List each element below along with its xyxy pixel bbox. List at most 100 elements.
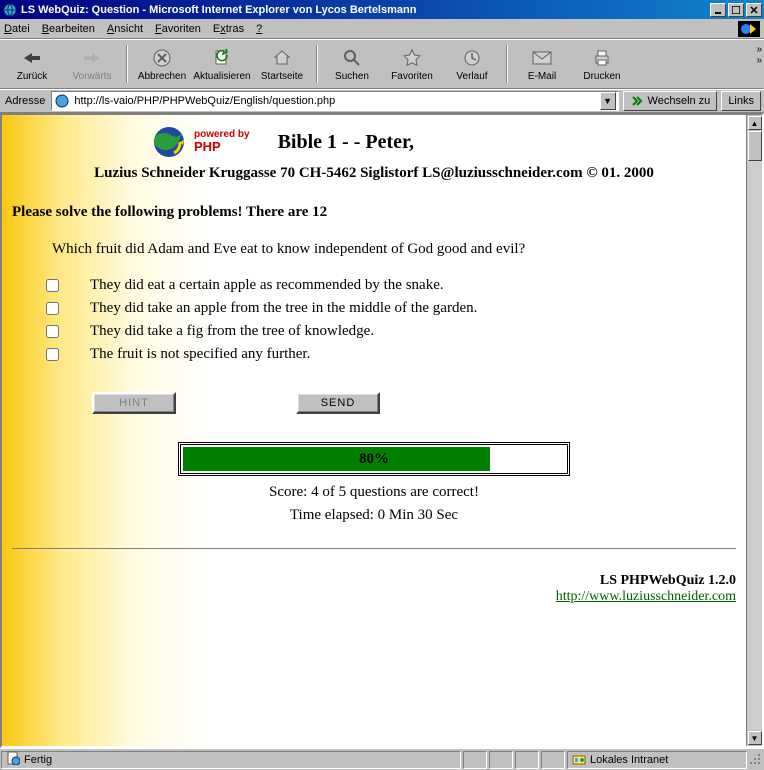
go-label: Wechseln zu [648,95,711,107]
status-text: Fertig [24,754,52,766]
powered-by: powered by PHP [194,129,250,154]
address-box[interactable]: ▼ [51,91,618,111]
ie-window: LS WebQuiz: Question - Microsoft Interne… [0,0,764,768]
toolbar-label: Favoriten [391,71,433,82]
links-button[interactable]: Links [721,91,761,111]
answer-row: They did take a fig from the tree of kno… [42,322,736,341]
menu-favoriten[interactable]: Favoriten [155,23,201,35]
scroll-down-button[interactable]: ▼ [748,731,762,745]
toolbar-label: Vorwärts [73,71,112,82]
scroll-track[interactable] [748,161,762,730]
answer-row: They did take an apple from the tree in … [42,299,736,318]
arrow-left-icon [21,47,43,69]
toolbar-label: Abbrechen [138,71,186,82]
brand-icon [737,20,761,38]
toolbar-label: Startseite [261,71,303,82]
answer-row: The fruit is not specified any further. [42,345,736,364]
refresh-icon [211,47,233,69]
status-bar: Fertig Lokales Intranet [0,748,764,770]
maximize-button[interactable] [728,3,744,17]
score-text: Score: 4 of 5 questions are correct! [12,484,736,501]
forward-button: Vorwärts [62,42,122,86]
answer-text: They did take an apple from the tree in … [90,300,477,317]
menu-datei[interactable]: Datei [4,23,30,35]
search-button[interactable]: Suchen [322,42,382,86]
toolbar-label: Verlauf [456,71,487,82]
search-icon [341,47,363,69]
history-icon [461,47,483,69]
zone-icon [572,751,586,768]
ie-icon [2,2,18,18]
author-line: Luzius Schneider Kruggasse 70 CH-5462 Si… [12,165,736,182]
star-icon [401,47,423,69]
back-button[interactable]: Zurück [2,42,62,86]
hint-button[interactable]: HINT [92,392,176,414]
close-button[interactable] [746,3,762,17]
divider [12,548,736,549]
toolbar-separator [506,45,508,83]
status-pane [541,751,565,769]
address-label: Adresse [3,95,47,107]
stop-icon [151,47,173,69]
status-pane [463,751,487,769]
page-title: Bible 1 - - Peter, [278,131,414,154]
time-text: Time elapsed: 0 Min 30 Sec [12,507,736,524]
answers-list: They did eat a certain apple as recommen… [42,276,736,364]
arrow-right-icon [81,47,103,69]
scroll-up-button[interactable]: ▲ [748,116,762,130]
instruction-text: Please solve the following problems! The… [12,204,736,221]
page-icon [6,751,20,768]
zone-text: Lokales Intranet [590,754,668,766]
stop-button[interactable]: Abbrechen [132,42,192,86]
menu-bearbeiten[interactable]: Bearbeiten [42,23,95,35]
globe-icon [152,125,186,159]
page-footer: LS PHPWebQuiz 1.2.0 http://www.luziussch… [12,573,736,605]
answer-text: They did eat a certain apple as recommen… [90,277,444,294]
minimize-button[interactable] [710,3,726,17]
scroll-thumb[interactable] [748,131,762,161]
question-text: Which fruit did Adam and Eve eat to know… [52,241,736,258]
answer-checkbox-3[interactable] [46,325,59,338]
menu-help[interactable]: ? [256,23,262,35]
client-area: powered by PHP Bible 1 - - Peter, Luzius… [0,113,764,748]
toolbar-label: Zurück [17,71,48,82]
status-zone: Lokales Intranet [567,751,747,769]
url-input[interactable] [72,94,599,108]
answer-checkbox-1[interactable] [46,279,59,292]
go-button[interactable]: Wechseln zu [623,91,718,111]
progress-label: 80% [181,445,567,473]
home-button[interactable]: Startseite [252,42,312,86]
menu-ansicht[interactable]: Ansicht [107,23,143,35]
progress-bar: 80% [178,442,570,476]
page-content: powered by PHP Bible 1 - - Peter, Luzius… [2,115,746,746]
resize-grip[interactable] [748,752,764,768]
print-button[interactable]: Drucken [572,42,632,86]
mail-button[interactable]: E-Mail [512,42,572,86]
answer-text: The fruit is not specified any further. [90,346,310,363]
home-icon [271,47,293,69]
status-pane [489,751,513,769]
toolbar-separator [316,45,318,83]
page-header: powered by PHP Bible 1 - - Peter, [152,125,736,159]
status-pane [515,751,539,769]
toolbar-overflow[interactable]: »» [756,44,762,66]
answer-text: They did take a fig from the tree of kno… [90,323,374,340]
refresh-button[interactable]: Aktualisieren [192,42,252,86]
window-title: LS WebQuiz: Question - Microsoft Interne… [21,4,710,16]
toolbar-label: Drucken [583,71,620,82]
footer-link[interactable]: http://www.luziusschneider.com [556,589,736,604]
send-button[interactable]: SEND [296,392,380,414]
history-button[interactable]: Verlauf [442,42,502,86]
menu-extras[interactable]: Extras [213,23,244,35]
favorites-button[interactable]: Favoriten [382,42,442,86]
product-name: LS PHPWebQuiz 1.2.0 [600,573,736,588]
vertical-scrollbar[interactable]: ▲ ▼ [746,115,762,746]
toolbar-separator [126,45,128,83]
toolbar-label: Suchen [335,71,369,82]
answer-checkbox-2[interactable] [46,302,59,315]
answer-row: They did eat a certain apple as recommen… [42,276,736,295]
go-icon [630,94,644,108]
button-row: HINT SEND [92,392,736,414]
address-dropdown[interactable]: ▼ [600,92,616,110]
answer-checkbox-4[interactable] [46,348,59,361]
